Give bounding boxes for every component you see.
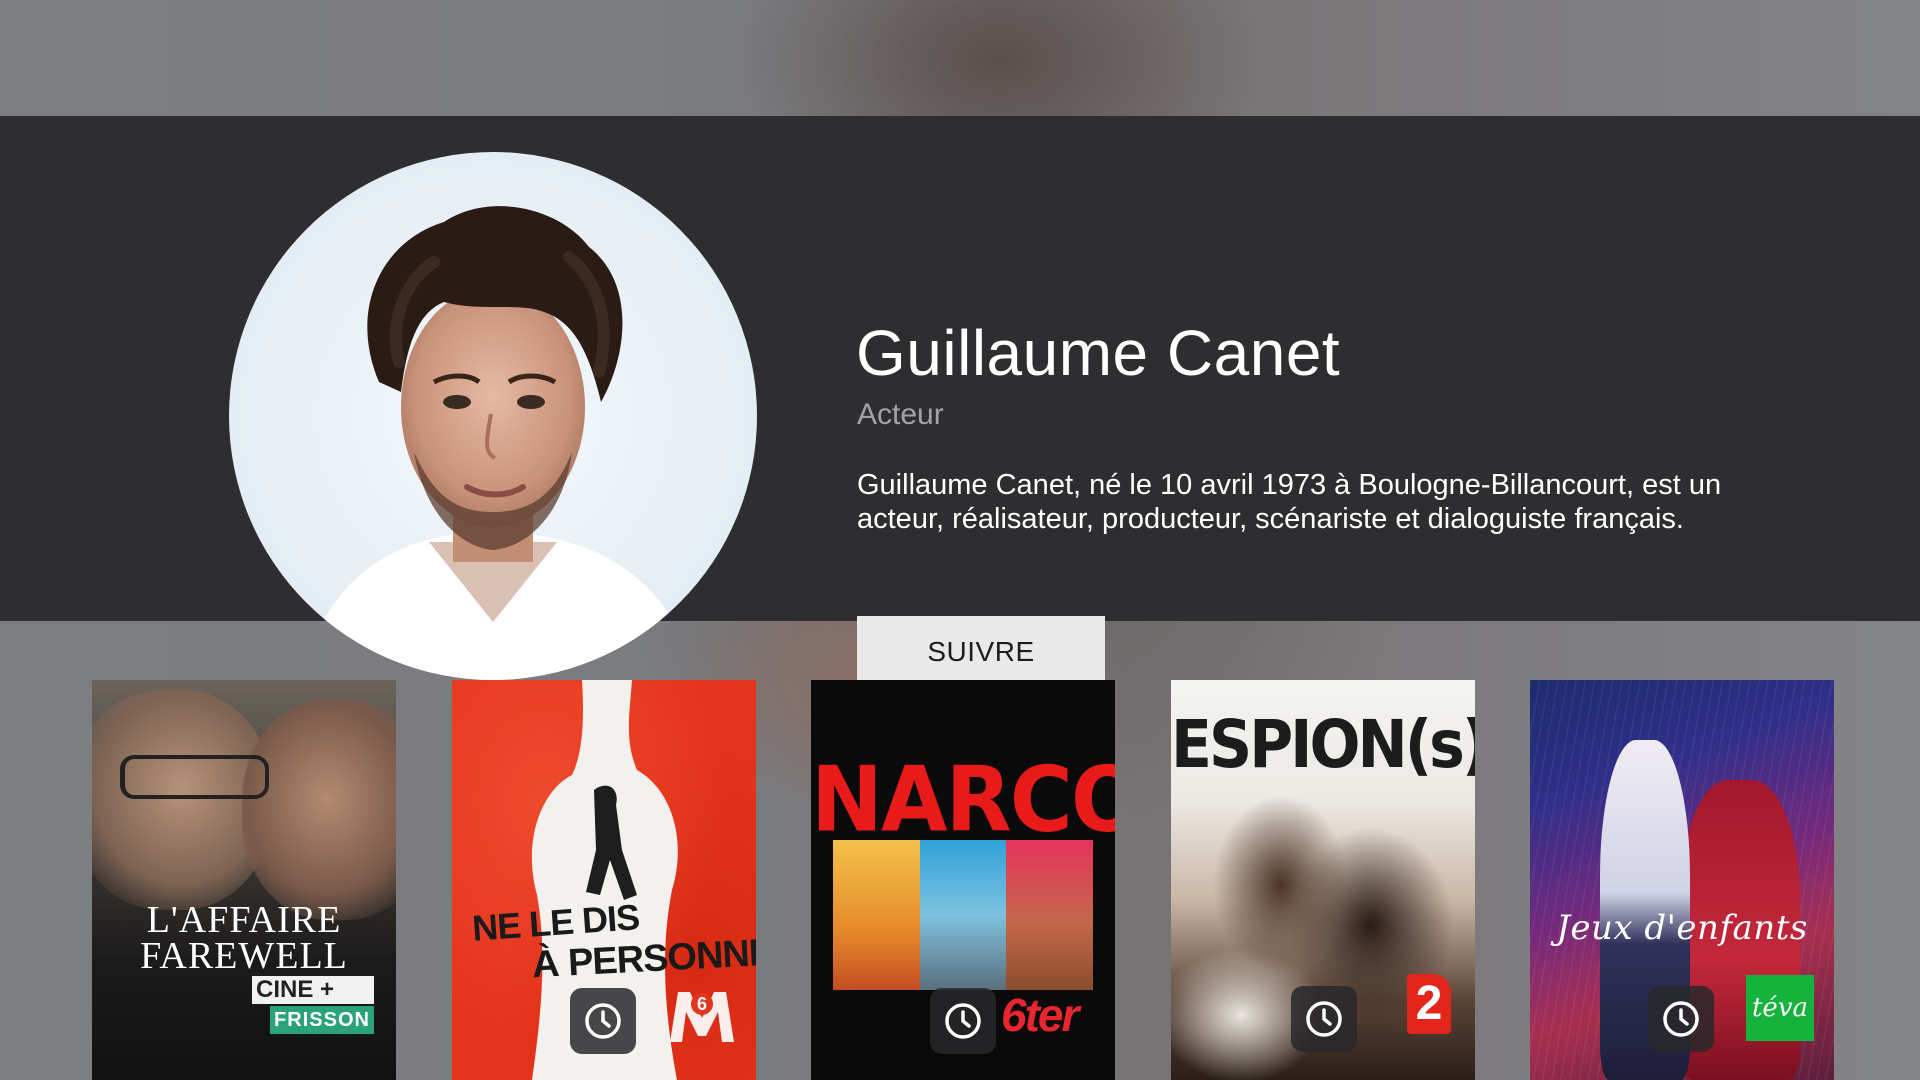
reminder-button[interactable] [930, 988, 996, 1054]
filmography-row: L'AFFAIRE FAREWELL CINE + FRISSON NE LE … [0, 680, 1920, 1080]
portrait-image [299, 206, 699, 680]
channel-logo-teva: téva [1746, 975, 1814, 1041]
follow-button[interactable]: SUIVRE [857, 616, 1105, 687]
person-name: Guillaume Canet [856, 317, 1341, 389]
poster-art [120, 755, 269, 799]
poster-art [833, 840, 1094, 990]
channel-logo-text: 6 [697, 994, 707, 1014]
channel-logo-cine-frisson: CINE + FRISSON [252, 976, 374, 1038]
channel-logo-line1: CINE + [252, 976, 374, 1004]
clock-icon [585, 1003, 621, 1039]
reminder-button[interactable] [1648, 986, 1714, 1052]
channel-logo-line2: FRISSON [270, 1006, 374, 1034]
channel-logo-6ter: 6ter [1001, 989, 1079, 1041]
movie-card-jeux-denfants[interactable]: Jeux d'enfants téva [1530, 680, 1834, 1080]
movie-card-espions[interactable]: ESPION(s) 2 [1171, 680, 1475, 1080]
poster-title-line2: FAREWELL [140, 935, 348, 977]
movie-card-ne-le-dis-a-personne[interactable]: NE LE DIS À PERSONNE 6 [452, 680, 756, 1080]
channel-logo-france2: 2 [1407, 974, 1451, 1034]
poster-title: Jeux d'enfants [1556, 908, 1808, 948]
clock-icon [1306, 1001, 1342, 1037]
poster-art [242, 700, 396, 920]
reminder-button[interactable] [570, 988, 636, 1054]
poster-title-line1: L'AFFAIRE [146, 899, 342, 941]
poster-title: NARCO [811, 747, 1115, 853]
movie-card-narco[interactable]: NARCO 6ter [811, 680, 1115, 1080]
person-hero: Guillaume Canet Acteur Guillaume Canet, … [0, 116, 1920, 687]
poster-title: ESPION(s) [1171, 706, 1475, 784]
clock-icon [1663, 1001, 1699, 1037]
movie-card-laffaire-farewell[interactable]: L'AFFAIRE FAREWELL CINE + FRISSON [92, 680, 396, 1080]
reminder-button[interactable] [1291, 986, 1357, 1052]
person-portrait [229, 152, 757, 680]
person-role: Acteur [857, 398, 944, 431]
channel-logo-m6: 6 [670, 992, 734, 1042]
clock-icon [945, 1003, 981, 1039]
person-bio: Guillaume Canet, né le 10 avril 1973 à B… [857, 469, 1722, 535]
